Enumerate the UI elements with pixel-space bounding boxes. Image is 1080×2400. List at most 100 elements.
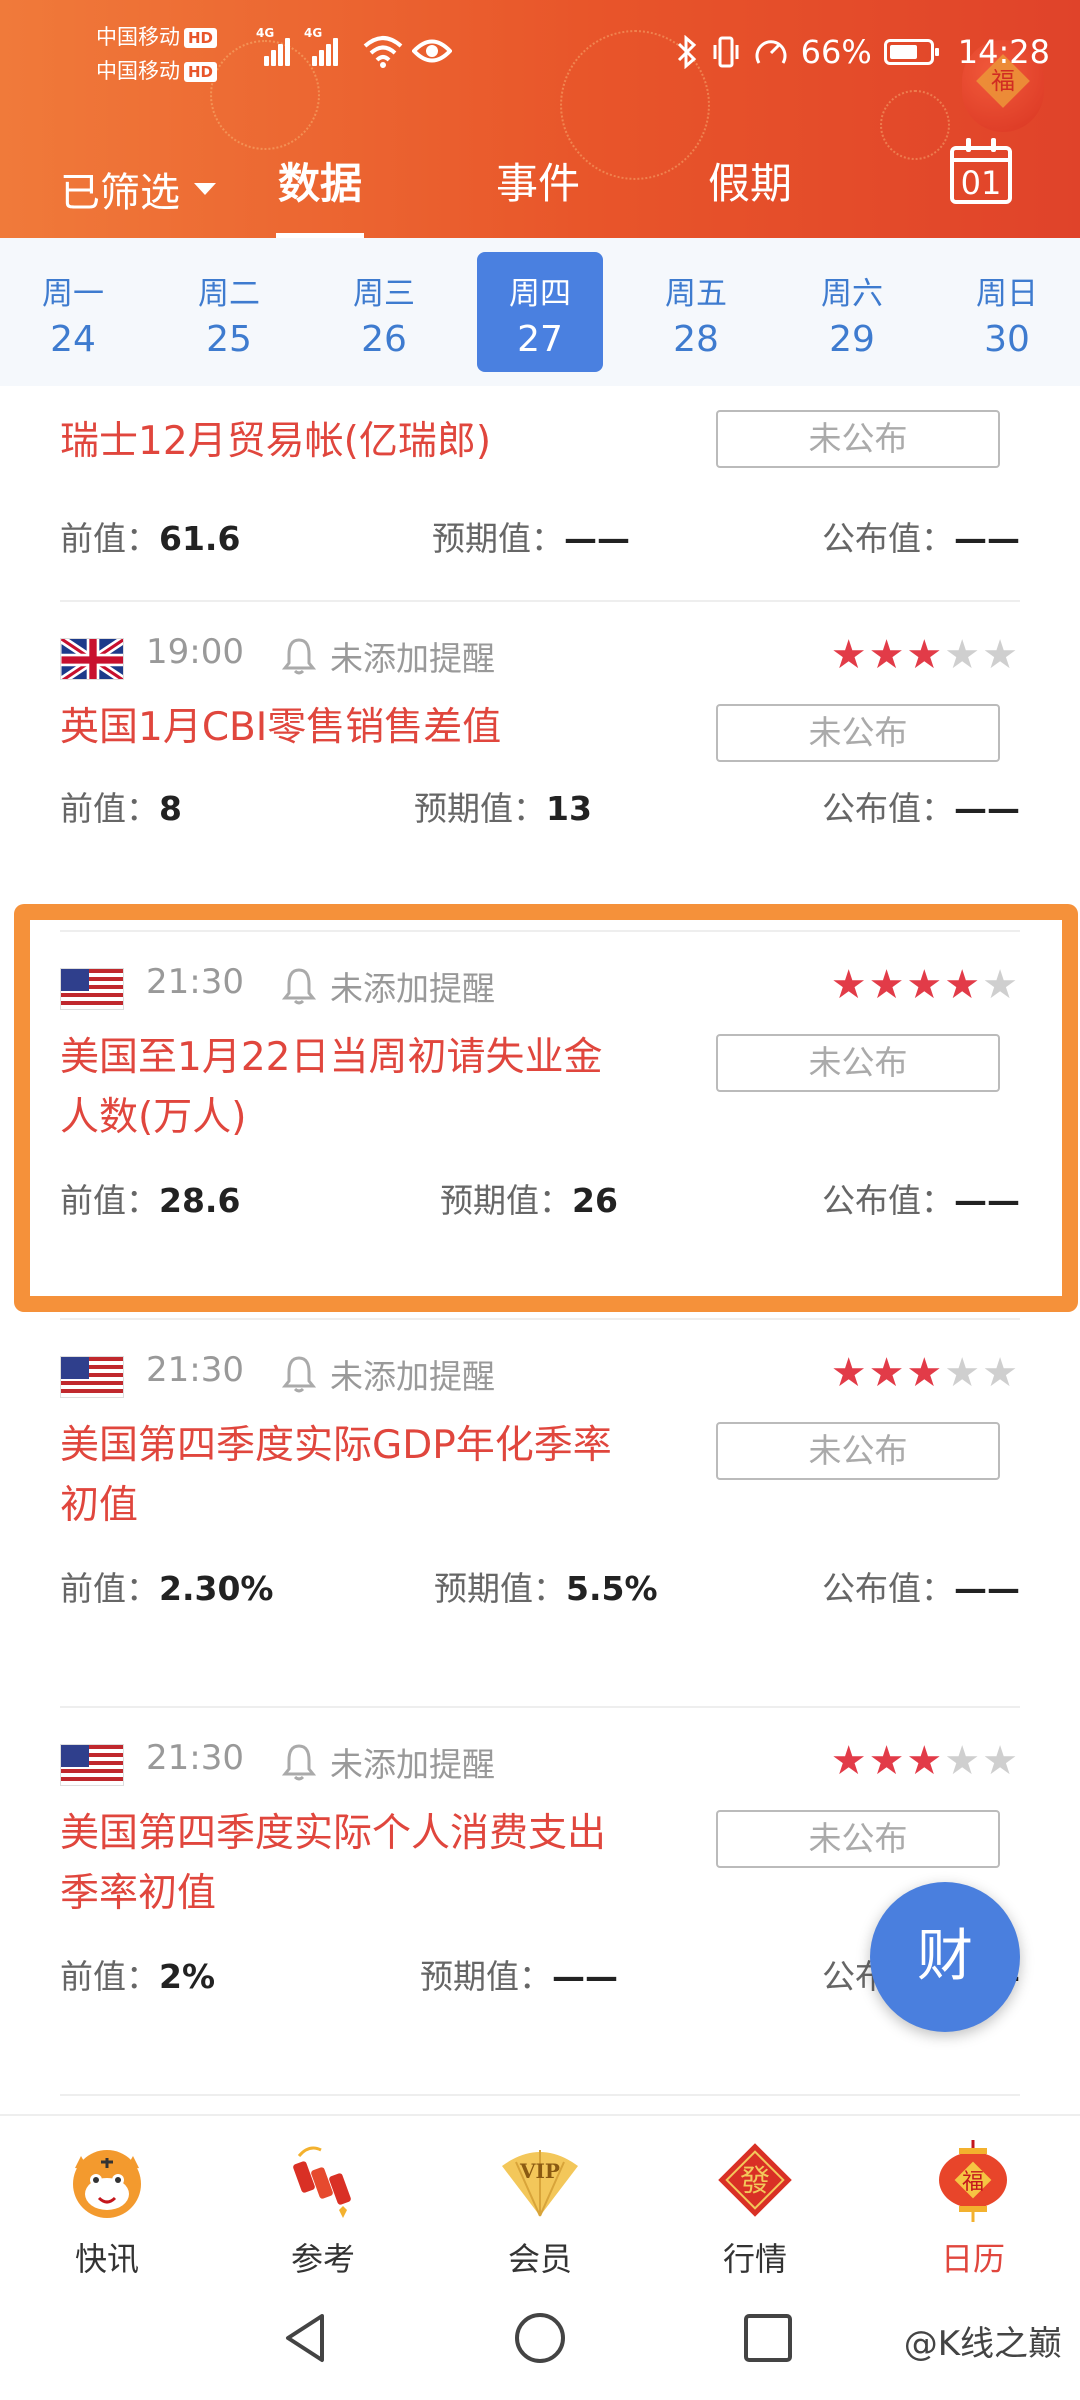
carrier-info: 中国移动 HD 中国移动 HD [96,20,218,88]
importance-stars: ★★★★★ [830,962,1020,1008]
event-values: 前值：2.30% 预期值：5.5% 公布值：—— [60,1569,1020,1608]
recents-icon[interactable] [742,2310,794,2366]
hd-badge: HD [184,62,218,82]
event-meta: 21:30 未添加提醒 ★★★★★ [60,1348,1020,1398]
event-values: 前值：61.6 预期值：—— 公布值：—— [60,519,1020,558]
clock: 14:28 [957,33,1050,71]
day-sunday[interactable]: 周日 30 [944,252,1070,372]
event-meta: 21:30 未添加提醒 ★★★★★ [60,1736,1020,1786]
nav-news[interactable]: 快讯 [32,2136,182,2280]
event-values: 前值：8 预期值：13 公布值：—— [60,789,1020,828]
importance-stars: ★★★★★ [830,1738,1020,1784]
eye-icon [412,39,452,63]
vip-text: VIP [519,2159,560,2183]
day-saturday[interactable]: 周六 29 [789,252,915,372]
top-nav: 已筛选 数据 事件 假期 01 [0,138,1080,238]
system-nav-bar: @K线之巅 [0,2280,1080,2400]
event-title: 美国至1月22日当周初请失业金 人数(万人) [60,1035,603,1140]
nav-vip[interactable]: VIP 会员 [465,2136,615,2280]
divider [60,1706,1020,1708]
event-meta: 19:00 未添加提醒 ★★★★★ [60,630,1020,680]
status-button[interactable]: 未公布 [716,704,1000,762]
divider [60,930,1020,932]
calendar-day: 01 [960,164,1002,202]
event-title: 英国1月CBI零售销售差值 [60,705,502,750]
event-list: 瑞士12月贸易帐(亿瑞郎) 未公布 前值：61.6 预期值：—— 公布值：—— [0,386,1080,2114]
filter-label: 已筛选 [60,170,180,216]
bottom-nav: 快讯 参考 VIP 会员 發 行情 福 日历 [0,2114,1080,2280]
status-button[interactable]: 未公布 [716,1034,1000,1092]
back-icon[interactable] [280,2310,330,2366]
reminder-label[interactable]: 未添加提醒 [330,632,495,680]
reminder-label[interactable]: 未添加提醒 [330,962,495,1010]
fu-lantern-icon: 福 [929,2136,1017,2224]
fa-diamond-icon: 發 [711,2136,799,2224]
uk-flag-icon [60,638,124,680]
tab-holidays[interactable]: 假期 [708,150,792,211]
vip-fan-icon: VIP [496,2136,584,2224]
us-flag-icon [60,1744,124,1786]
battery-percent: 66% [800,33,872,71]
home-icon[interactable] [512,2310,568,2366]
reminder-label[interactable]: 未添加提醒 [330,1350,495,1398]
calendar-picker-button[interactable]: 01 [950,138,1012,204]
nav-label: 日历 [940,2240,1005,2278]
day-monday[interactable]: 周一 24 [10,252,136,372]
bell-icon[interactable] [282,966,316,1006]
tab-events[interactable]: 事件 [496,150,580,211]
nav-calendar[interactable]: 福 日历 [898,2136,1048,2280]
bell-icon[interactable] [282,636,316,676]
nav-reference[interactable]: 参考 [248,2136,398,2280]
bell-icon[interactable] [282,1354,316,1394]
event-title: 美国第四季度实际个人消费支出 季率初值 [60,1811,607,1916]
event-time: 21:30 [146,1350,244,1390]
signal-icon: 4G [304,26,346,66]
data-saver-icon [755,40,787,64]
us-flag-icon [60,1356,124,1398]
day-wednesday[interactable]: 周三 26 [321,252,447,372]
app-screen: 福 中国移动 HD 中国移动 HD 4G 4G 66% 14:28 已筛选 数据… [0,0,1080,2400]
fa-text: 發 [740,2164,770,2199]
fu-text: 福 [962,2170,984,2195]
divider [60,600,1020,602]
hd-badge: HD [184,28,218,48]
event-title: 瑞士12月贸易帐(亿瑞郎) [60,419,492,464]
event-time: 21:30 [146,962,244,1002]
caret-down-icon [194,183,216,195]
signal-icon: 4G [256,26,298,66]
day-thursday[interactable]: 周四 27 [477,252,603,372]
carrier-1: 中国移动 [96,25,180,49]
status-button[interactable]: 未公布 [716,1422,1000,1480]
status-button[interactable]: 未公布 [716,410,1000,468]
battery-icon [883,39,939,65]
vibrate-icon [713,36,739,68]
divider [60,1318,1020,1320]
status-button[interactable]: 未公布 [716,1810,1000,1868]
carrier-2: 中国移动 [96,59,180,83]
bell-icon[interactable] [282,1742,316,1782]
importance-stars: ★★★★★ [830,1350,1020,1396]
event-title: 美国第四季度实际GDP年化季率 初值 [60,1423,612,1528]
reminder-label[interactable]: 未添加提醒 [330,1738,495,1786]
event-values: 前值：28.6 预期值：26 公布值：—— [60,1181,1020,1220]
day-friday[interactable]: 周五 28 [633,252,759,372]
nav-market[interactable]: 發 行情 [680,2136,830,2280]
divider [60,2094,1020,2096]
watermark: @K线之巅 [903,2324,1062,2364]
tab-data[interactable]: 数据 [275,150,365,238]
event-time: 19:00 [146,632,244,672]
wifi-icon [363,36,403,68]
week-selector: 周一 24 周二 25 周三 26 周四 27 周五 28 周六 29 周日 30 [0,238,1080,386]
tiger-icon [63,2136,151,2224]
event-time: 21:30 [146,1738,244,1778]
filter-dropdown[interactable]: 已筛选 [60,160,216,218]
nav-label: 会员 [507,2240,572,2278]
event-meta: 21:30 未添加提醒 ★★★★★ [60,960,1020,1010]
status-bar: 中国移动 HD 中国移动 HD 4G 4G 66% 14:28 [0,0,1080,100]
nav-label: 快讯 [74,2240,139,2278]
day-tuesday[interactable]: 周二 25 [166,252,292,372]
importance-stars: ★★★★★ [830,632,1020,678]
finance-fab-button[interactable]: 财 [870,1882,1020,2032]
nav-label: 参考 [290,2240,355,2278]
header: 福 中国移动 HD 中国移动 HD 4G 4G 66% 14:28 已筛选 数据… [0,0,1080,238]
